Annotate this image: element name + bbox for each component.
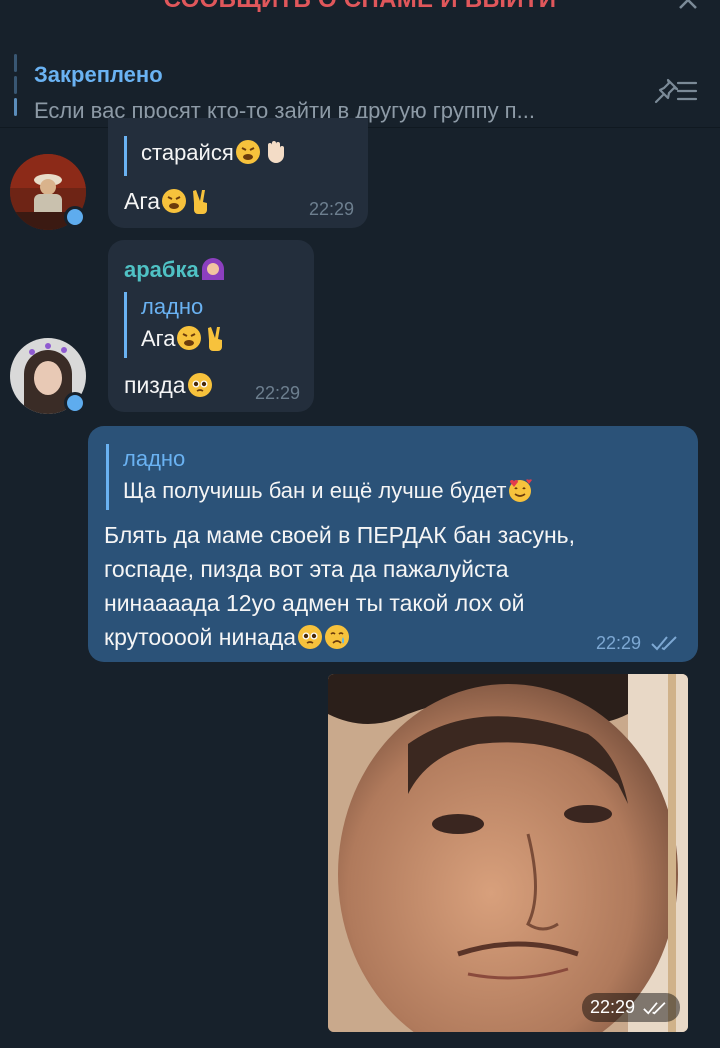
pleading-face-emoji	[298, 625, 323, 649]
message-text: пизда	[124, 368, 213, 402]
message-bubble[interactable]: арабка ладно Ага пизда 22:29	[108, 240, 314, 412]
pinned-title: Закреплено	[34, 62, 163, 87]
weary-face-emoji	[162, 189, 187, 213]
crying-face-emoji	[325, 625, 350, 649]
message-time: 22:29	[308, 199, 354, 219]
reply-name: ладно	[123, 446, 186, 471]
message-time: 22:29	[596, 633, 684, 654]
pinned-message-bar[interactable]: Закреплено Если вас просят кто-то зайти …	[0, 40, 720, 128]
online-indicator	[64, 206, 86, 228]
message-time: 22:29	[581, 993, 680, 1022]
report-spam-bar: СООБЩИТЬ О СПАМЕ И ВЫЙТИ	[0, 0, 720, 30]
close-icon[interactable]	[674, 0, 702, 20]
message-bubble[interactable]: старайся Ага 22:29	[108, 118, 368, 228]
reply-text: старайся	[141, 136, 288, 170]
read-checkmarks-icon	[651, 636, 677, 651]
pleading-face-emoji	[187, 373, 212, 397]
reply-text: Ща получишь бан и ещё лучше будет	[123, 474, 533, 508]
report-spam-button[interactable]: СООБЩИТЬ О СПАМЕ И ВЫЙТИ	[0, 0, 720, 14]
message-text: Ага	[124, 184, 214, 218]
smiling-face-with-hearts-emoji	[509, 479, 533, 502]
reply-quote[interactable]: ладно Ща получишь бан и ещё лучше будет	[106, 444, 533, 510]
read-checkmarks-icon	[643, 1002, 666, 1015]
reply-quote[interactable]: ладно Ага	[124, 292, 229, 358]
reply-quote[interactable]: старайся	[124, 136, 288, 176]
message-time: 22:29	[254, 383, 300, 403]
pinned-indicator	[14, 48, 17, 120]
photo-image	[328, 674, 688, 1032]
weary-face-emoji	[177, 326, 202, 350]
photo-message[interactable]: 22:29	[328, 674, 688, 1032]
pinned-list-icon[interactable]	[652, 76, 698, 106]
sender-name[interactable]: арабка	[124, 256, 226, 283]
victory-hand-emoji	[208, 327, 223, 351]
reply-text: Ага	[141, 322, 229, 356]
woman-with-headscarf-emoji	[201, 258, 224, 280]
victory-hand-emoji	[193, 190, 208, 214]
weary-face-emoji	[235, 140, 260, 164]
online-indicator	[64, 392, 86, 414]
reply-name: ладно	[141, 294, 204, 319]
raised-hand-emoji	[267, 141, 284, 163]
message-bubble[interactable]: ладно Ща получишь бан и ещё лучше будет …	[88, 426, 698, 662]
